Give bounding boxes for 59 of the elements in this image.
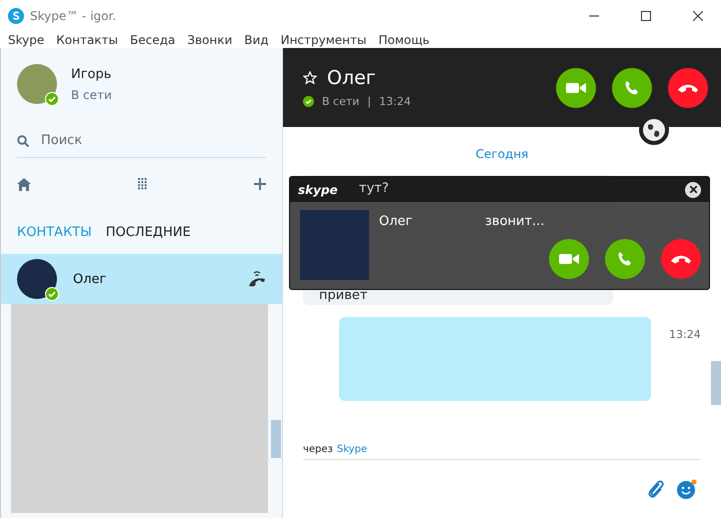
scrollbar-thumb[interactable] — [271, 420, 281, 458]
menu-item[interactable]: Контакты — [50, 33, 124, 47]
contact-name: Олег — [73, 272, 108, 286]
popup-brand: skype — [298, 182, 338, 196]
menu-item[interactable]: Вид — [238, 33, 275, 47]
caller-picture — [300, 210, 369, 280]
via-label: через — [303, 444, 333, 455]
profile-status: В сети — [71, 88, 112, 102]
phone-icon — [624, 80, 640, 96]
star-icon[interactable] — [303, 71, 317, 85]
search-field[interactable]: Поиск — [17, 124, 266, 158]
incoming-call-icon — [248, 271, 266, 287]
date-divider: Сегодня — [474, 147, 530, 161]
online-status-icon — [45, 287, 59, 301]
message-text: привет — [319, 288, 368, 303]
emoticon-icon[interactable] — [677, 479, 697, 499]
close-icon — [693, 11, 703, 21]
tab[interactable]: ПОСЛЕДНИЕ — [106, 224, 191, 240]
call-status: звонит... — [485, 214, 544, 229]
home-icon[interactable] — [17, 178, 31, 190]
menu-item[interactable]: Инструменты — [274, 33, 372, 47]
menu-item[interactable]: Помощь — [372, 33, 436, 47]
hang-up-button[interactable] — [668, 68, 708, 108]
maximize-icon — [641, 11, 651, 21]
window-title: Skype™ - igor. — [30, 9, 118, 23]
contact-row[interactable]: Олег — [1, 254, 282, 304]
via-link[interactable]: Skype — [336, 444, 368, 455]
dial-pad-icon[interactable] — [138, 178, 147, 190]
chat-contact-name: Олег — [327, 67, 376, 89]
hang-up-button[interactable] — [661, 239, 701, 279]
hang-up-icon — [670, 254, 692, 264]
video-camera-icon — [566, 82, 586, 94]
message-time: 13:24 — [669, 328, 701, 341]
profile-name: Игорь — [71, 66, 112, 82]
close-icon — [690, 186, 696, 193]
caller-name: Олег — [379, 214, 414, 231]
close-button[interactable] — [685, 182, 701, 198]
local-time: 13:24 — [379, 95, 411, 108]
hang-up-icon — [677, 82, 699, 92]
chat-status: В сети — [322, 95, 360, 108]
search-input[interactable]: Поиск — [39, 132, 239, 149]
scrollbar-thumb[interactable] — [711, 361, 721, 405]
video-call-button[interactable] — [549, 239, 589, 279]
paperclip-icon[interactable] — [647, 479, 665, 499]
search-icon — [17, 134, 29, 146]
menu-item[interactable]: Беседа — [124, 33, 182, 47]
menu-item[interactable]: Звонки — [181, 33, 238, 47]
audio-call-button[interactable] — [612, 68, 652, 108]
video-call-button[interactable] — [556, 68, 596, 108]
video-camera-icon — [559, 253, 579, 265]
audio-call-button[interactable] — [605, 239, 645, 279]
add-icon[interactable] — [254, 178, 266, 190]
message-text: тут? — [359, 181, 389, 196]
separator: | — [367, 95, 372, 108]
menu-item[interactable]: Skype — [2, 33, 50, 47]
online-status-icon — [303, 96, 314, 107]
app-logo-icon — [8, 8, 24, 24]
phone-icon — [617, 251, 633, 267]
online-status-icon — [45, 92, 59, 106]
